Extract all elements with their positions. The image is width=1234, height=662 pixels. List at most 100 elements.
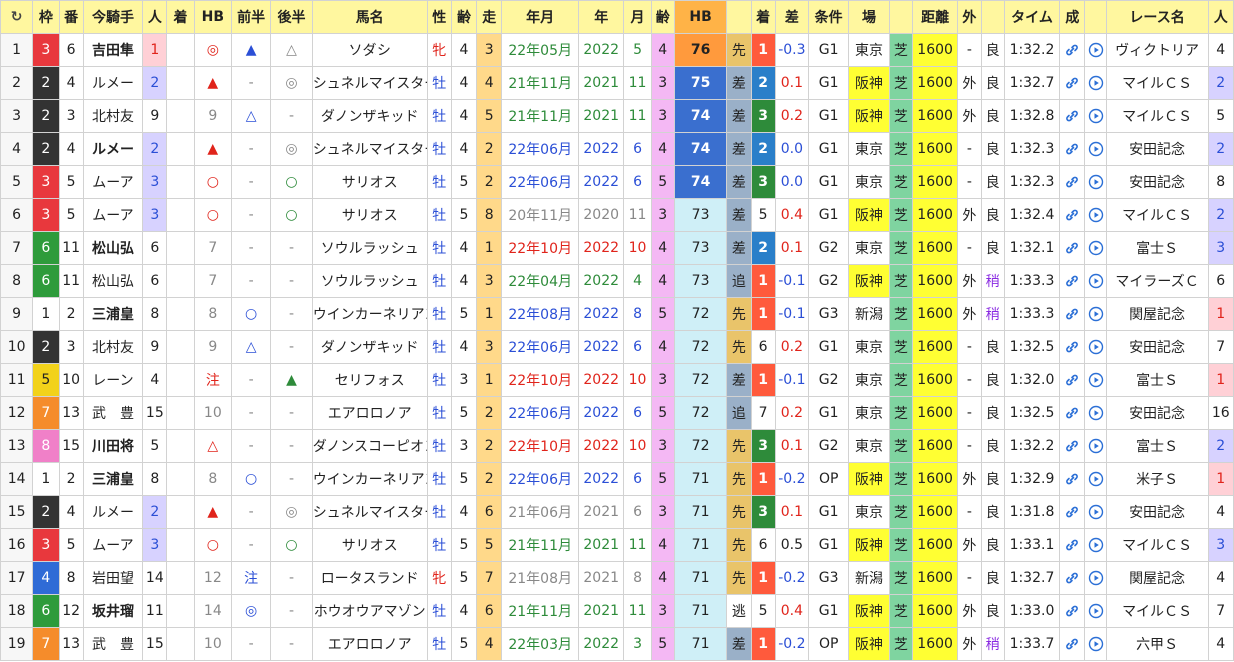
distance: 1600 xyxy=(911,330,959,364)
outer: 外 xyxy=(957,66,982,100)
row-number: 12 xyxy=(0,396,34,430)
race-name: マイルＣＳ xyxy=(1105,198,1209,232)
age: 5 xyxy=(450,561,478,595)
link-icon[interactable] xyxy=(1059,561,1086,595)
row-number: 5 xyxy=(0,165,34,199)
table-row[interactable]: 8 6 11 松山弘 6 7- - ソウルラッシュ牡 4 3 22年04月 2022 4 4 73 追 1 -0.… xyxy=(0,264,1234,298)
play-icon[interactable] xyxy=(1084,462,1107,496)
play-icon[interactable] xyxy=(1084,429,1107,463)
table-row[interactable]: 1 3 6 吉田隼 1 ◎ ▲ △ ソダシ牝 4 3 22年05月 2022 5 4 76 先 1 -0.3 G1 東京… xyxy=(0,33,1234,67)
first-half-mark: - xyxy=(230,495,272,529)
finish xyxy=(166,429,195,463)
horse-name: ダノンスコーピオン xyxy=(311,429,428,463)
race-name: 富士Ｓ xyxy=(1105,231,1209,265)
play-icon[interactable] xyxy=(1084,396,1107,430)
runs: 6 xyxy=(476,495,503,529)
link-icon[interactable] xyxy=(1059,528,1086,562)
link-icon[interactable] xyxy=(1059,627,1086,661)
table-row[interactable]: 6 3 5 ムーア 3 ○ - ○ サリオス牡 5 8 20年11月 2020 11 3 73 差 5 0.4 G1 阪… xyxy=(0,198,1234,232)
table-row[interactable]: 3 2 3 北村友 9 9 △ - ダノンザキッド牡 4 5 21年11月 2021 11 3 74 差 3 0.2… xyxy=(0,99,1234,133)
table-row[interactable]: 12 7 13 武 豊 15 10- - エアロロノア牡 5 2 22年06月 2022 6 5 72 追 7 0… xyxy=(0,396,1234,430)
play-icon[interactable] xyxy=(1084,165,1107,199)
link-icon[interactable] xyxy=(1059,132,1086,166)
race-popularity: 2 xyxy=(1207,66,1234,100)
play-icon[interactable] xyxy=(1084,297,1107,331)
margin: 0.4 xyxy=(774,198,810,232)
play-icon[interactable] xyxy=(1084,132,1107,166)
play-icon[interactable] xyxy=(1084,66,1107,100)
table-row[interactable]: 7 6 11 松山弘 6 7- - ソウルラッシュ牡 4 1 22年10月 2022 10 4 73 差 2 0.… xyxy=(0,231,1234,265)
age-at-race: 5 xyxy=(650,462,675,496)
play-icon[interactable] xyxy=(1084,231,1107,265)
surface: 芝 xyxy=(888,297,913,331)
link-icon[interactable] xyxy=(1059,99,1086,133)
row-number: 15 xyxy=(0,495,34,529)
table-row[interactable]: 5 3 5 ムーア 3 ○ - ○ サリオス牡 5 2 22年06月 2022 6 5 74 差 3 0.0 G1 東京… xyxy=(0,165,1234,199)
play-icon[interactable] xyxy=(1084,264,1107,298)
link-icon[interactable] xyxy=(1059,429,1086,463)
table-row[interactable]: 2 2 4 ルメー 2 ▲ - ◎ シュネルマイスター牡 4 4 21年11月 2021 11 3 75 差 2 0… xyxy=(0,66,1234,100)
play-icon[interactable] xyxy=(1084,495,1107,529)
race-popularity: 4 xyxy=(1207,561,1234,595)
link-icon[interactable] xyxy=(1059,264,1086,298)
sex: 牡 xyxy=(426,231,452,265)
table-row[interactable]: 16 3 5 ムーア 3 ○ - ○ サリオス牡 5 5 21年11月 2021 11 4 71 先 6 0.5 G1… xyxy=(0,528,1234,562)
play-icon[interactable] xyxy=(1084,33,1107,67)
runs: 1 xyxy=(476,231,503,265)
hb-mark: ○ xyxy=(193,198,232,232)
jockey-name: ルメー xyxy=(82,132,144,166)
link-icon[interactable] xyxy=(1059,198,1086,232)
table-row[interactable]: 13 8 15 川田将 5 △ - - ダノンスコーピオン牡 3 2 22年10月 2022 10 3 72 先… xyxy=(0,429,1234,463)
popularity: 3 xyxy=(142,165,168,199)
play-icon[interactable] xyxy=(1084,330,1107,364)
link-icon[interactable] xyxy=(1059,231,1086,265)
race-year: 2022 xyxy=(578,165,625,199)
course: 東京 xyxy=(848,495,890,529)
play-icon[interactable] xyxy=(1084,99,1107,133)
table-row[interactable]: 9 1 2 三浦皇 8 8 ○ - ウインカーネリアン牡 5 1 22年08月 2022 8 5 72 先 1 -0… xyxy=(0,297,1234,331)
horse-name: ホウオウアマゾン xyxy=(311,594,428,628)
result-place: 1 xyxy=(750,264,776,298)
distance: 1600 xyxy=(911,429,959,463)
table-row[interactable]: 19 7 13 武 豊 15 10- - エアロロノア牡 5 4 22年03月 2022 3 5 71 差 1-… xyxy=(0,627,1234,661)
race-yearmonth: 22年03月 xyxy=(501,627,580,661)
popularity: 2 xyxy=(142,495,168,529)
second-half-mark: - xyxy=(270,231,313,265)
table-row[interactable]: 4 2 4 ルメー 2 ▲ - ◎ シュネルマイスター牡 4 2 22年06月 2022 6 4 74 差 2 0.… xyxy=(0,132,1234,166)
surface: 芝 xyxy=(888,231,913,265)
play-icon[interactable] xyxy=(1084,528,1107,562)
link-icon[interactable] xyxy=(1059,66,1086,100)
table-row[interactable]: 15 2 4 ルメー 2 ▲ - ◎ シュネルマイスター牡 4 6 21年06月 2021 6 3 71 先 3 0… xyxy=(0,495,1234,529)
runs: 3 xyxy=(476,264,503,298)
link-icon[interactable] xyxy=(1059,33,1086,67)
play-icon[interactable] xyxy=(1084,627,1107,661)
table-row[interactable]: 18 6 12 坂井瑠 11 14 ◎ - ホウオウアマゾン牡 4 6 21年11月 2021 11 3 71… xyxy=(0,594,1234,628)
col-header-29 xyxy=(1084,0,1107,34)
running-style: 先 xyxy=(726,495,752,529)
table-row[interactable]: 14 1 2 三浦皇 8 8 ○ - ウインカーネリアン牡 5 2 22年06月 2022 6 5 71 先 1-… xyxy=(0,462,1234,496)
race-table: ↻ 枠番今騎手人着 HB 前半 後半 馬名性齢走年月年月齢 HB 着差条件場距離外タイム成レー… xyxy=(0,0,1234,661)
link-icon[interactable] xyxy=(1059,165,1086,199)
link-icon[interactable] xyxy=(1059,396,1086,430)
play-icon[interactable] xyxy=(1084,363,1107,397)
finish xyxy=(166,66,195,100)
table-row[interactable]: 17 4 8 岩田望 14 12 注 - ロータスランド牝 5 7 21年08月 2021 8 4 71 先 1-… xyxy=(0,561,1234,595)
play-icon[interactable] xyxy=(1084,198,1107,232)
link-icon[interactable] xyxy=(1059,594,1086,628)
row-number: 9 xyxy=(0,297,34,331)
link-icon[interactable] xyxy=(1059,363,1086,397)
link-icon[interactable] xyxy=(1059,330,1086,364)
race-name: 六甲Ｓ xyxy=(1105,627,1209,661)
link-icon[interactable] xyxy=(1059,462,1086,496)
outer: 外 xyxy=(957,297,982,331)
play-icon[interactable] xyxy=(1084,594,1107,628)
table-row[interactable]: 10 2 3 北村友 9 9 △ - ダノンザキッド牡 4 3 22年06月 2022 6 4 72 先 6 0.2… xyxy=(0,330,1234,364)
distance: 1600 xyxy=(911,627,959,661)
link-icon[interactable] xyxy=(1059,297,1086,331)
table-row[interactable]: 11 5 10 レーン 4 注 - ▲ セリフォス牡 3 1 22年10月 2022 10 3 72 差 1 -0.… xyxy=(0,363,1234,397)
age: 3 xyxy=(450,429,478,463)
play-icon[interactable] xyxy=(1084,561,1107,595)
waku-cell: 6 xyxy=(32,264,60,298)
refresh-icon[interactable]: ↻ xyxy=(0,0,34,34)
link-icon[interactable] xyxy=(1059,495,1086,529)
